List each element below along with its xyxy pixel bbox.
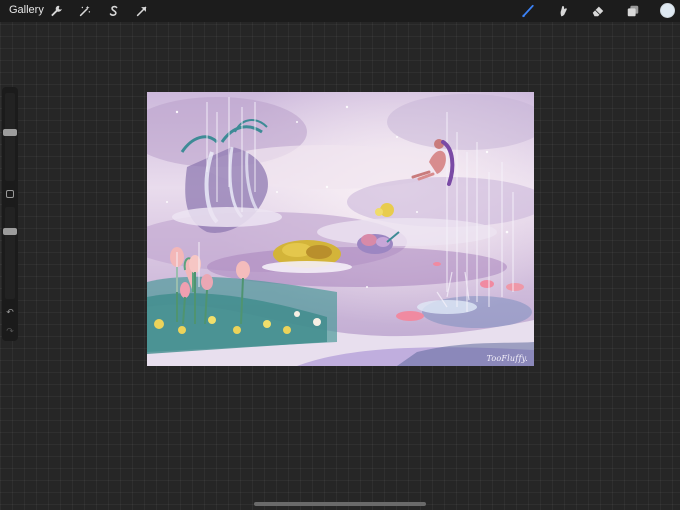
color-picker-swatch[interactable] — [660, 3, 675, 18]
undo-icon[interactable]: ↶ — [5, 308, 15, 318]
drawing-canvas[interactable]: TooFluffy. — [147, 92, 534, 366]
arrow-cursor-icon[interactable] — [134, 3, 150, 19]
redo-icon[interactable]: ↷ — [5, 327, 15, 337]
gallery-button[interactable]: Gallery — [9, 4, 44, 16]
top-toolbar: Gallery — [0, 0, 680, 22]
left-sidebar: ↶ ↷ — [2, 87, 18, 341]
magic-wand-icon[interactable] — [77, 3, 93, 19]
modify-button[interactable] — [6, 190, 14, 198]
brush-size-slider[interactable] — [3, 93, 17, 181]
smudge-icon[interactable] — [555, 3, 571, 19]
home-indicator[interactable] — [254, 502, 426, 506]
brush-size-thumb[interactable] — [3, 129, 17, 136]
artwork — [147, 92, 534, 366]
layers-icon[interactable] — [625, 3, 641, 19]
eraser-icon[interactable] — [590, 3, 606, 19]
brush-icon[interactable] — [520, 3, 536, 19]
opacity-slider[interactable] — [3, 207, 17, 299]
artwork-signature: TooFluffy. — [486, 354, 528, 363]
opacity-thumb[interactable] — [3, 228, 17, 235]
selection-s-icon[interactable] — [106, 3, 122, 19]
wrench-icon[interactable] — [48, 3, 64, 19]
